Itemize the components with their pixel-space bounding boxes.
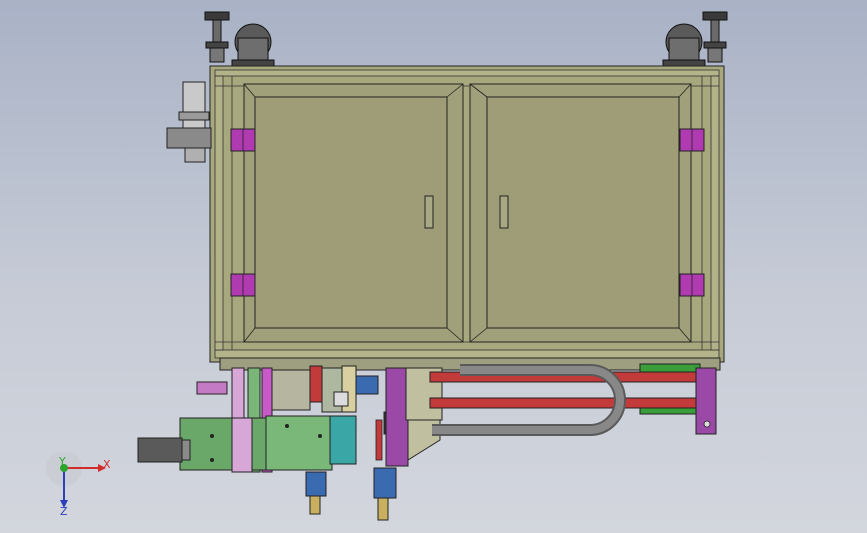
left-door-handle[interactable] [424, 195, 434, 229]
right-door[interactable] [469, 83, 692, 343]
right-door-handle[interactable] [499, 195, 509, 229]
y-axis-label: Y [59, 455, 66, 468]
left-cylinder [137, 437, 183, 463]
left-caster-wheel [231, 23, 275, 69]
cad-viewport[interactable]: X Y Z [0, 0, 867, 533]
purple-tab [196, 381, 228, 395]
right-caster-wheel [662, 23, 706, 69]
x-axis-label: X [103, 458, 111, 471]
left-leveling-foot [204, 11, 230, 63]
air-filter-regulator[interactable] [166, 81, 212, 163]
rail-bottom [429, 397, 701, 409]
left-door[interactable] [243, 83, 464, 343]
right-leveling-foot [702, 11, 728, 63]
green-mount-plate [179, 417, 281, 471]
z-axis-label: Z [60, 505, 68, 518]
cabinet-machine-model[interactable] [0, 0, 867, 533]
teal-block [329, 415, 357, 465]
purple-vertical-bracket [385, 367, 409, 467]
bottom-mechanism[interactable] [137, 357, 721, 521]
